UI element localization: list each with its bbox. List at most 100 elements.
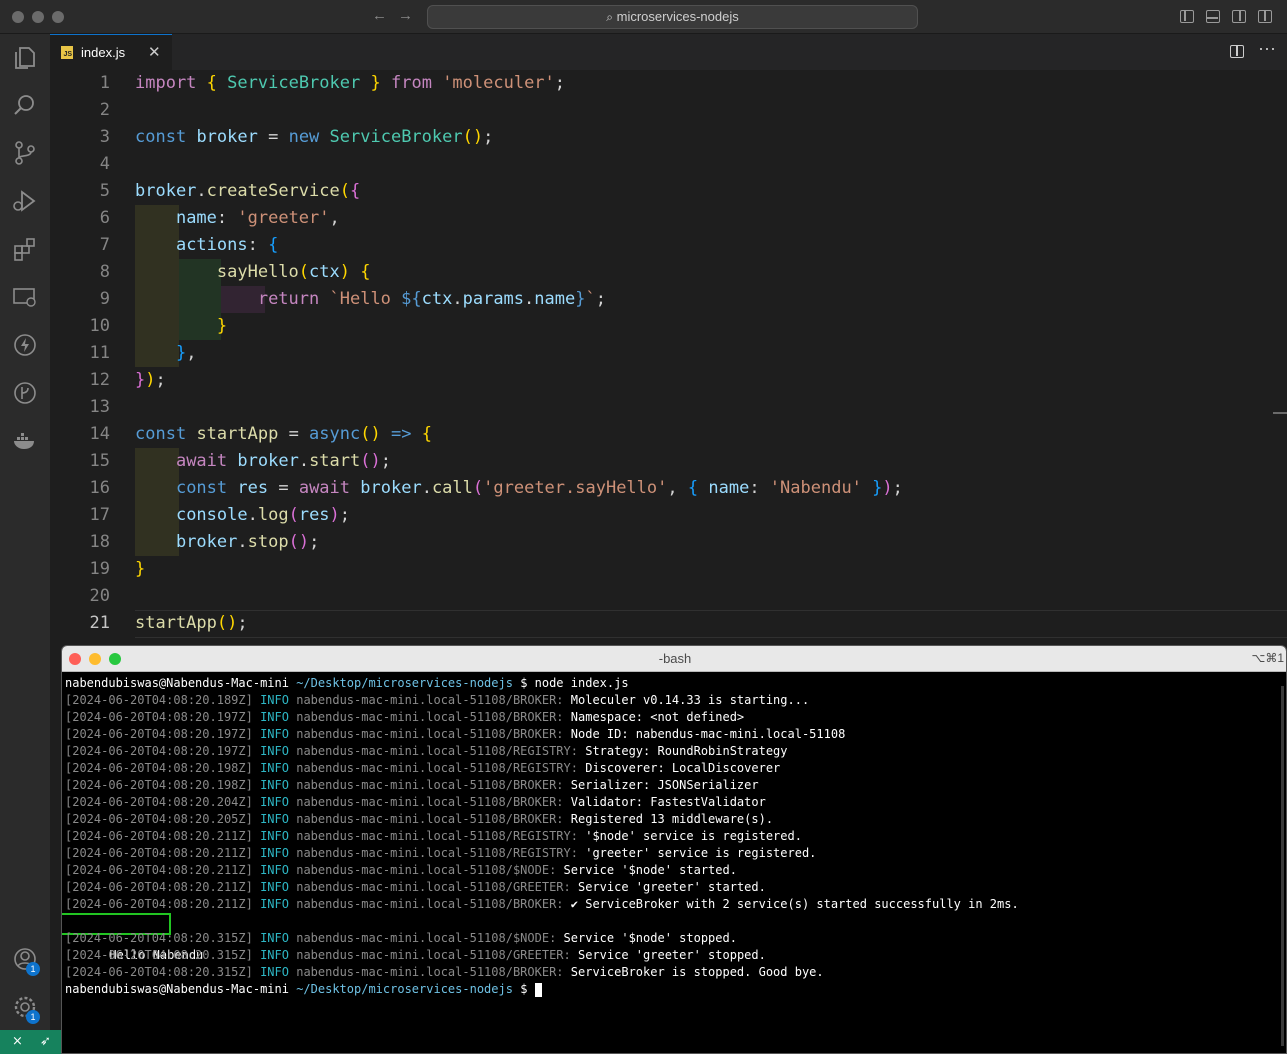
line-number[interactable]: 16 — [70, 475, 110, 502]
line-number[interactable]: 15 — [70, 448, 110, 475]
code-line[interactable]: return `Hello ${ctx.params.name}`; — [135, 286, 606, 313]
command-center-search[interactable]: ⌕ microservices-nodejs — [427, 5, 918, 29]
terminal-output: nabendubiswas@Nabendus-Mac-mini ~/Deskto… — [62, 675, 1280, 1050]
remote-explorer-icon[interactable] — [12, 284, 38, 310]
search-icon[interactable] — [12, 92, 38, 118]
extensions-icon[interactable] — [12, 236, 38, 262]
source-control-icon[interactable] — [12, 140, 38, 166]
line-number[interactable]: 13 — [70, 394, 110, 421]
prompt-path: ~/Desktop/microservices-nodejs — [296, 982, 513, 996]
code-line[interactable]: await broker.start(); — [135, 448, 391, 475]
title-bar: ← → ⌕ microservices-nodejs — [0, 0, 1287, 34]
code-line[interactable]: } — [135, 556, 145, 583]
log-line: [2024-06-20T04:08:20.211Z] INFO nabendus… — [65, 829, 802, 843]
log-line: [2024-06-20T04:08:20.211Z] INFO nabendus… — [65, 863, 737, 877]
editor-tab-bar: JS index.js ✕ ··· — [50, 34, 1287, 70]
more-actions-icon[interactable]: ··· — [1258, 38, 1276, 59]
line-number[interactable]: 4 — [70, 151, 110, 178]
log-line: [2024-06-20T04:08:20.197Z] INFO nabendus… — [65, 744, 788, 758]
run-and-debug-icon[interactable] — [12, 188, 38, 214]
code-line[interactable]: actions: { — [135, 232, 278, 259]
line-number[interactable]: 10 — [70, 313, 110, 340]
terminal-scrollbar[interactable] — [1281, 686, 1284, 1046]
toggle-sidebar-icon[interactable] — [1180, 10, 1194, 23]
log-line: [2024-06-20T04:08:20.205Z] INFO nabendus… — [65, 812, 774, 826]
terminal-title: -bash — [658, 651, 692, 666]
code-line[interactable]: }, — [135, 340, 197, 367]
line-number[interactable]: 21 — [70, 610, 110, 637]
terminal-prompt-line-end: nabendubiswas@Nabendus-Mac-mini ~/Deskto… — [65, 981, 542, 998]
line-number[interactable]: 6 — [70, 205, 110, 232]
accounts-badge: 1 — [26, 962, 40, 976]
activity-bar: 1 1 — [0, 34, 50, 1030]
code-line[interactable]: }); — [135, 367, 166, 394]
line-number[interactable]: 20 — [70, 583, 110, 610]
code-line[interactable]: broker.createService({ — [135, 178, 360, 205]
line-number[interactable]: 8 — [70, 259, 110, 286]
line-number[interactable]: 3 — [70, 124, 110, 151]
tab-label: index.js — [81, 45, 126, 60]
line-number[interactable]: 12 — [70, 367, 110, 394]
log-line: [2024-06-20T04:08:20.197Z] INFO nabendus… — [65, 710, 745, 724]
code-line[interactable]: const res = await broker.call('greeter.s… — [135, 475, 903, 502]
close-window-icon[interactable] — [12, 11, 24, 23]
prompt-user: nabendubiswas@Nabendus-Mac-mini — [65, 982, 289, 996]
git-graph-icon[interactable] — [12, 380, 38, 406]
code-line[interactable]: broker.stop(); — [135, 529, 319, 556]
line-number[interactable]: 11 — [70, 340, 110, 367]
line-number[interactable]: 14 — [70, 421, 110, 448]
explorer-icon[interactable] — [12, 44, 38, 70]
docker-icon[interactable] — [12, 428, 38, 454]
log-line: [2024-06-20T04:08:20.204Z] INFO nabendus… — [65, 795, 766, 809]
minimize-window-icon[interactable] — [32, 11, 44, 23]
code-line[interactable]: const startApp = async() => { — [135, 421, 432, 448]
line-number[interactable]: 5 — [70, 178, 110, 205]
hello-output-line: Hello Nabendu — [62, 913, 203, 962]
log-line: [2024-06-20T04:08:20.315Z] INFO nabendus… — [65, 931, 737, 945]
code-line[interactable]: } — [135, 313, 227, 340]
line-number[interactable]: 19 — [70, 556, 110, 583]
close-tab-icon[interactable]: ✕ — [148, 43, 161, 61]
javascript-file-icon: JS — [61, 46, 73, 59]
line-number[interactable]: 1 — [70, 70, 110, 97]
code-editor[interactable]: 1 import { ServiceBroker } from 'molecule… — [50, 70, 1287, 648]
toggle-panel-icon[interactable] — [1206, 10, 1220, 23]
terminal-window[interactable]: -bash ⌥⌘1 nabendubiswas@Nabendus-Mac-min… — [61, 645, 1287, 1054]
status-bar: ⨯ ➶ — [0, 1030, 62, 1054]
current-line-border — [135, 610, 1287, 611]
terminal-prompt-line: nabendubiswas@Nabendus-Mac-mini ~/Deskto… — [65, 675, 629, 692]
terminal-title-bar: -bash ⌥⌘1 — [62, 646, 1286, 672]
terminal-cursor — [534, 982, 542, 997]
split-editor-icon[interactable] — [1230, 45, 1244, 58]
tab-index-js[interactable]: JS index.js ✕ — [50, 34, 172, 70]
log-line: [2024-06-20T04:08:20.198Z] INFO nabendus… — [65, 778, 759, 792]
zoom-window-icon[interactable] — [52, 11, 64, 23]
forward-arrow-icon[interactable]: → — [398, 7, 413, 24]
line-number[interactable]: 2 — [70, 97, 110, 124]
code-line[interactable]: startApp(); — [135, 610, 248, 637]
line-number[interactable]: 18 — [70, 529, 110, 556]
code-line[interactable]: const broker = new ServiceBroker(); — [135, 124, 493, 151]
scrollbar-marker — [1273, 412, 1287, 414]
rocket-icon[interactable]: ➶ — [40, 1033, 51, 1049]
code-line[interactable]: import { ServiceBroker } from 'moleculer… — [135, 70, 565, 97]
prompt-command: $ node index.js — [520, 676, 629, 690]
code-line[interactable]: console.log(res); — [135, 502, 350, 529]
log-line: [2024-06-20T04:08:20.211Z] INFO nabendus… — [65, 880, 766, 894]
search-icon: ⌕ — [606, 10, 613, 24]
customize-layout-icon[interactable] — [1258, 10, 1272, 23]
log-line: [2024-06-20T04:08:20.315Z] INFO nabendus… — [65, 948, 766, 962]
log-line: [2024-06-20T04:08:20.211Z] INFO nabendus… — [65, 897, 1019, 911]
remote-indicator-icon[interactable]: ⨯ — [12, 1033, 23, 1049]
code-line[interactable]: sayHello(ctx) { — [135, 259, 371, 286]
toggle-secondary-sidebar-icon[interactable] — [1232, 10, 1246, 23]
terminal-shortcut: ⌥⌘1 — [1251, 651, 1284, 665]
lightning-icon[interactable] — [12, 332, 38, 358]
log-line: [2024-06-20T04:08:20.315Z] INFO nabendus… — [65, 965, 824, 979]
line-number[interactable]: 17 — [70, 502, 110, 529]
log-line: [2024-06-20T04:08:20.197Z] INFO nabendus… — [65, 727, 846, 741]
line-number[interactable]: 7 — [70, 232, 110, 259]
code-line[interactable]: name: 'greeter', — [135, 205, 340, 232]
back-arrow-icon[interactable]: ← — [372, 7, 387, 24]
line-number[interactable]: 9 — [70, 286, 110, 313]
